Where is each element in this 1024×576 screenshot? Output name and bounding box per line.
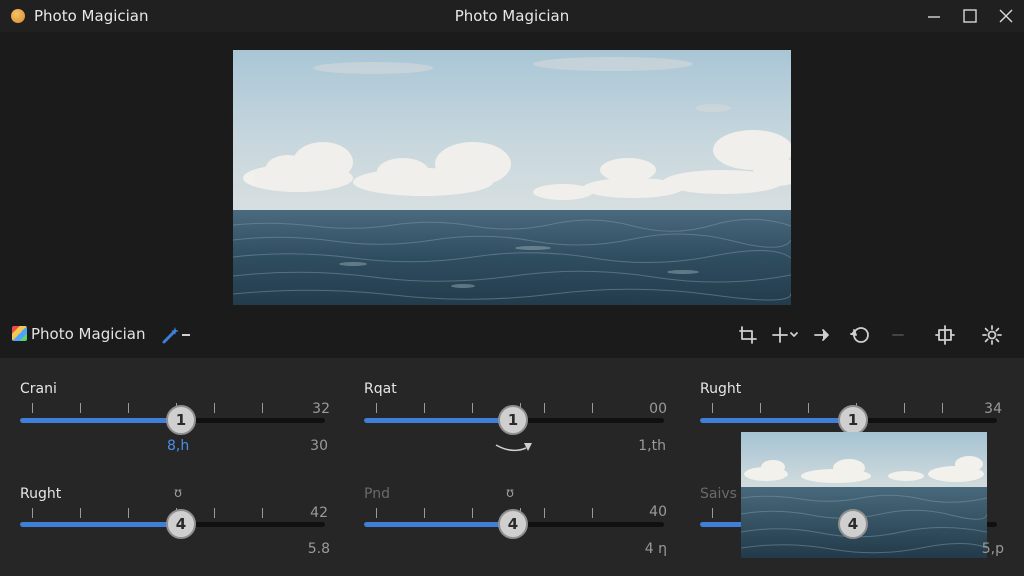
app-icon xyxy=(11,9,25,23)
slider-fill xyxy=(364,418,514,423)
rotate-icon xyxy=(850,327,869,343)
slider-fill xyxy=(364,522,514,527)
link-icon[interactable]: ʊ xyxy=(506,486,514,501)
arrow-right-icon xyxy=(814,329,829,341)
crop-button[interactable] xyxy=(736,323,760,347)
add-dropdown-button[interactable] xyxy=(786,323,802,347)
toolbar: Photo Magician xyxy=(0,314,1024,356)
main-photo[interactable] xyxy=(233,50,791,305)
minus-icon xyxy=(892,334,904,336)
slider-knob[interactable]: 1 xyxy=(838,405,868,435)
slider-secondary-value: 30 xyxy=(310,438,328,454)
slider-max-value: 40 xyxy=(649,504,667,520)
slider-label: Rught xyxy=(700,381,742,397)
slider-label: Rught xyxy=(20,486,62,502)
slider-knob[interactable]: 1 xyxy=(166,405,196,435)
slider-max-value: 00 xyxy=(649,401,667,417)
slider-label: Saivs xyxy=(700,486,737,502)
gear-icon xyxy=(982,325,1002,345)
app-logo-icon xyxy=(12,326,27,341)
slider-label: Crani xyxy=(20,381,57,397)
close-button[interactable] xyxy=(986,0,1024,32)
slider-max-value: 42 xyxy=(310,505,328,521)
slider-current-value: 5.8 xyxy=(307,541,330,557)
slider-knob[interactable]: 4 xyxy=(838,509,868,539)
slider-max-value: 32 xyxy=(312,401,330,417)
close-icon xyxy=(999,9,1013,23)
slider-knob[interactable]: 4 xyxy=(498,509,528,539)
adjust-button[interactable] xyxy=(933,323,957,347)
slider-fill xyxy=(700,418,855,423)
maximize-button[interactable] xyxy=(950,0,990,32)
link-icon[interactable]: ʊ xyxy=(174,486,182,501)
slider-current-value: 1,th xyxy=(638,438,666,454)
forward-button[interactable] xyxy=(810,323,834,347)
thumbnail-image xyxy=(741,432,987,558)
settings-button[interactable] xyxy=(980,323,1004,347)
toolbar-app-name: Photo Magician xyxy=(31,325,146,343)
slider-label: Pnd xyxy=(364,486,390,502)
slider-knob[interactable]: 1 xyxy=(498,405,528,435)
preview-thumbnail[interactable] xyxy=(741,432,987,558)
slider-fill xyxy=(20,522,182,527)
disabled-tool-button[interactable] xyxy=(886,323,910,347)
crop-icon xyxy=(739,326,757,344)
seascape-image xyxy=(233,50,791,305)
wand-dropdown-icon[interactable] xyxy=(182,334,190,336)
slider-ticks xyxy=(32,508,272,518)
magic-wand-icon[interactable] xyxy=(160,324,182,346)
minimize-button[interactable] xyxy=(914,0,954,32)
slider-max-value: 34 xyxy=(984,401,1002,417)
slider-current-value: 8,h xyxy=(167,438,190,454)
slider-ticks xyxy=(376,508,616,518)
title-bar: Photo Magician Photo Magician xyxy=(0,0,1024,32)
slider-knob[interactable]: 4 xyxy=(166,509,196,539)
slider-ticks xyxy=(712,403,952,413)
slider-fill xyxy=(20,418,182,423)
app-name: Photo Magician xyxy=(34,7,149,25)
slider-ticks xyxy=(376,403,616,413)
slider-current-value: 5,p xyxy=(981,541,1004,557)
rotate-button[interactable] xyxy=(849,323,873,347)
slider-label: Rqat xyxy=(364,381,397,397)
curve-arrow-icon xyxy=(495,443,532,452)
chevron-down-icon xyxy=(790,332,798,337)
window-title: Photo Magician xyxy=(454,7,570,25)
slider-current-value: 4 η xyxy=(644,541,667,557)
align-icon xyxy=(935,325,955,345)
minimize-icon xyxy=(928,16,940,18)
maximize-icon xyxy=(963,9,977,23)
slider-ticks xyxy=(32,403,272,413)
